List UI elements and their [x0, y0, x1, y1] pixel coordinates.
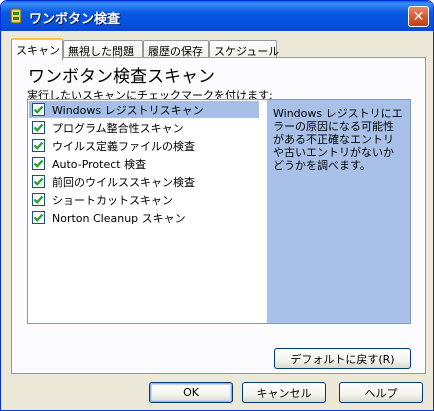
panel-heading: ワンボタン検査スキャン: [28, 67, 215, 87]
scan-panel: ワンボタン検査スキャン 実行したいスキャンにチェックマークを付けます: Wind…: [11, 57, 426, 374]
description-box: Windows レジストリにエラーの原因になる可能性がある不正確なエントリや古い…: [267, 99, 411, 324]
list-item-label: ショートカットスキャン: [52, 193, 173, 207]
tab-save-history[interactable]: 履歴の保存: [143, 40, 209, 58]
scan-list[interactable]: Windows レジストリスキャン プログラム整合性スキャン ウイルス定義ファイ…: [27, 99, 268, 324]
restore-defaults-button[interactable]: デフォルトに戻す(R): [274, 348, 411, 369]
list-item[interactable]: Norton Cleanup スキャン: [29, 209, 259, 226]
window-title: ワンボタン検査: [29, 12, 121, 27]
tab-ignored-issues[interactable]: 無視した問題: [63, 40, 143, 58]
help-button[interactable]: ヘルプ: [339, 382, 423, 403]
list-item-label: 前回のウイルススキャン検査: [52, 175, 195, 189]
check-icon: [33, 177, 44, 186]
list-item[interactable]: Auto-Protect 検査: [29, 155, 259, 172]
check-icon: [33, 105, 44, 114]
check-icon: [33, 141, 44, 150]
check-icon: [33, 159, 44, 168]
tab-scan[interactable]: スキャン: [11, 38, 63, 60]
tab-schedule[interactable]: スケジュール: [209, 40, 279, 58]
checkbox[interactable]: [32, 193, 45, 206]
list-item-label: プログラム整合性スキャン: [52, 121, 184, 135]
checkbox[interactable]: [32, 211, 45, 224]
check-icon: [33, 123, 44, 132]
checkbox[interactable]: [32, 139, 45, 152]
title-bar[interactable]: ワンボタン検査 ✕: [1, 1, 433, 31]
list-item-label: Auto-Protect 検査: [52, 157, 147, 171]
list-item-label: ウイルス定義ファイルの検査: [52, 139, 195, 153]
list-item-label: Norton Cleanup スキャン: [52, 211, 186, 225]
check-icon: [33, 213, 44, 222]
check-icon: [33, 195, 44, 204]
checkbox[interactable]: [32, 121, 45, 134]
checkbox[interactable]: [32, 157, 45, 170]
list-item-label: Windows レジストリスキャン: [52, 103, 204, 117]
list-item[interactable]: Windows レジストリスキャン: [29, 101, 259, 118]
cancel-button[interactable]: キャンセル: [242, 382, 326, 403]
dialog-window: ワンボタン検査 ✕ スキャン 無視した問題 履歴の保存 スケジュール ワンボタン…: [0, 0, 434, 411]
list-item[interactable]: ショートカットスキャン: [29, 191, 259, 208]
list-item[interactable]: プログラム整合性スキャン: [29, 119, 259, 136]
close-icon: ✕: [412, 8, 425, 25]
close-button[interactable]: ✕: [408, 6, 429, 27]
list-item[interactable]: ウイルス定義ファイルの検査: [29, 137, 259, 154]
ok-button[interactable]: OK: [149, 382, 233, 403]
checkbox[interactable]: [32, 103, 45, 116]
norton-icon: [8, 8, 24, 24]
list-item[interactable]: 前回のウイルススキャン検査: [29, 173, 259, 190]
checkbox[interactable]: [32, 175, 45, 188]
